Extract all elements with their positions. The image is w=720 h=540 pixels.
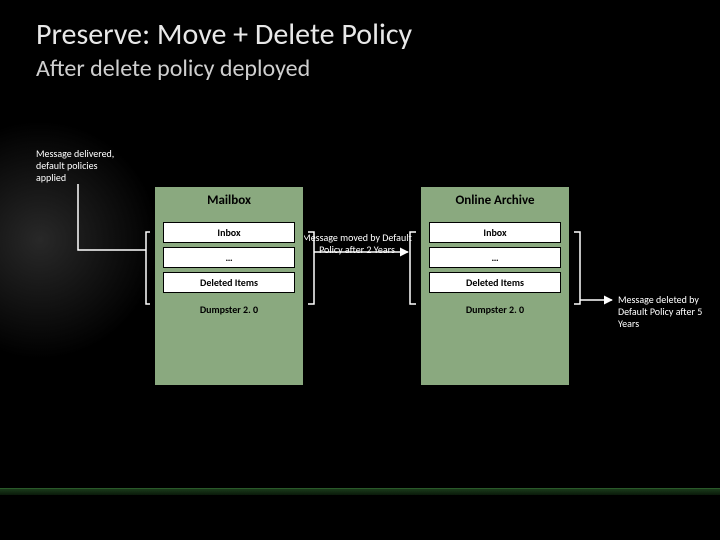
mailbox-deleted-items: Deleted Items: [163, 272, 295, 293]
mailbox-ellipsis: …: [163, 247, 295, 268]
archive-panel: Online Archive Inbox … Deleted Items Dum…: [420, 186, 570, 386]
note-moved: Message moved by Default Policy after 2 …: [302, 232, 412, 256]
archive-deleted-items: Deleted Items: [429, 272, 561, 293]
mailbox-title: Mailbox: [155, 187, 303, 218]
mailbox-dumpster: Dumpster 2. 0: [163, 297, 295, 334]
slide-title: Preserve: Move + Delete Policy: [36, 16, 412, 53]
archive-ellipsis: …: [429, 247, 561, 268]
archive-title: Online Archive: [421, 187, 569, 218]
mailbox-inbox: Inbox: [163, 222, 295, 243]
slide-subtitle: After delete policy deployed: [36, 54, 310, 83]
archive-inbox: Inbox: [429, 222, 561, 243]
footer-band: [0, 488, 720, 496]
archive-dumpster: Dumpster 2. 0: [429, 297, 561, 334]
note-delivered: Message delivered, default policies appl…: [36, 148, 126, 184]
mailbox-panel: Mailbox Inbox … Deleted Items Dumpster 2…: [154, 186, 304, 386]
note-deleted: Message deleted by Default Policy after …: [618, 294, 710, 330]
